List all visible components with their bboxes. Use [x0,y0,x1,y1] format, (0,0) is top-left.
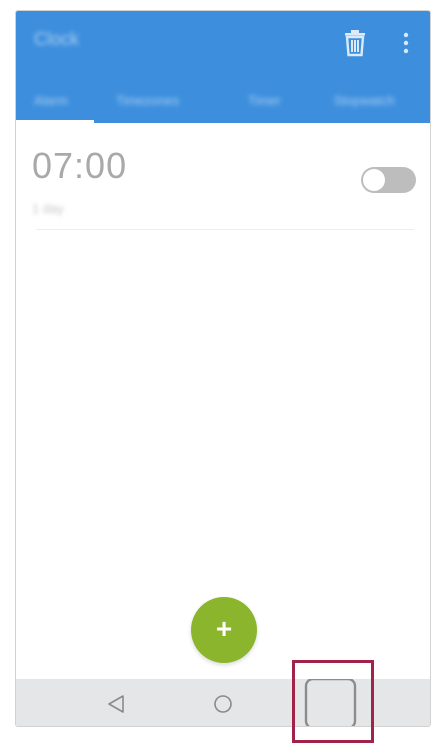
tab-bar: Alarm Timezones Timer Stopwatch [16,81,430,123]
tab-alarm[interactable]: Alarm [34,93,68,109]
alarm-item[interactable]: 07:00 1 day [16,123,430,231]
home-circle-icon [214,695,232,713]
trash-icon[interactable] [342,29,368,57]
tab-timezones[interactable]: Timezones [116,93,179,109]
alarm-time: 07:00 [32,145,128,186]
phone-screen: Clock Alarm Timezones Timer Stopwatch 07… [15,10,431,727]
tab-stopwatch[interactable]: Stopwatch [334,93,395,109]
back-triangle-icon [108,695,124,713]
tab-timer[interactable]: Timer [248,93,281,109]
alarm-repeat-label: 1 day [32,201,64,216]
app-title: Clock [34,29,80,49]
home-button[interactable] [193,679,253,726]
app-bar: Clock Alarm Timezones Timer Stopwatch [16,11,430,123]
alarm-toggle[interactable] [361,167,416,193]
more-vert-icon[interactable] [400,29,412,57]
add-alarm-button[interactable]: + [191,597,257,663]
back-button[interactable] [86,679,146,726]
highlight-box [292,660,374,743]
divider [36,229,414,230]
toggle-knob [363,169,385,191]
